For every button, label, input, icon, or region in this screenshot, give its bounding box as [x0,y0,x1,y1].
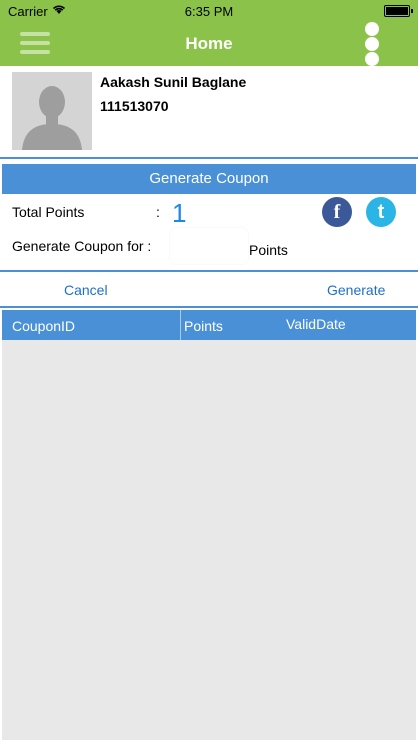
generate-coupon-for-label: Generate Coupon for : [12,238,152,254]
column-header-validdate: ValidDate [286,316,346,332]
points-unit-label: Points [249,242,288,258]
status-bar: Carrier 6:35 PM [0,0,418,22]
battery-icon [384,5,413,17]
twitter-icon: t [377,201,385,223]
generate-button[interactable]: Generate [327,282,385,298]
coupon-table-header: CouponID Points ValidDate [2,310,416,340]
divider [0,157,418,159]
status-time: 6:35 PM [184,4,234,19]
nav-bar: Home [0,22,418,66]
coupon-points-input[interactable] [170,228,248,264]
profile-name: Aakash Sunil Baglane [100,74,247,90]
divider [0,306,418,308]
cancel-button[interactable]: Cancel [64,282,108,298]
user-silhouette-icon [12,72,92,150]
column-header-points: Points [184,318,223,334]
total-points-value: 1 [172,198,187,228]
facebook-icon: f [333,201,341,223]
more-vertical-icon[interactable] [362,22,382,66]
profile-id: 111513070 [100,98,169,114]
total-points-colon: : [156,204,160,220]
coupon-table-body [2,340,416,740]
total-points-label: Total Points [12,204,85,220]
page-title: Home [185,34,233,53]
column-divider [180,310,181,340]
facebook-share-button[interactable]: f [322,197,352,227]
column-header-couponid: CouponID [12,318,76,334]
avatar [12,72,92,150]
generate-coupon-header: Generate Coupon [2,164,416,194]
divider [0,270,418,272]
twitter-share-button[interactable]: t [366,197,396,227]
